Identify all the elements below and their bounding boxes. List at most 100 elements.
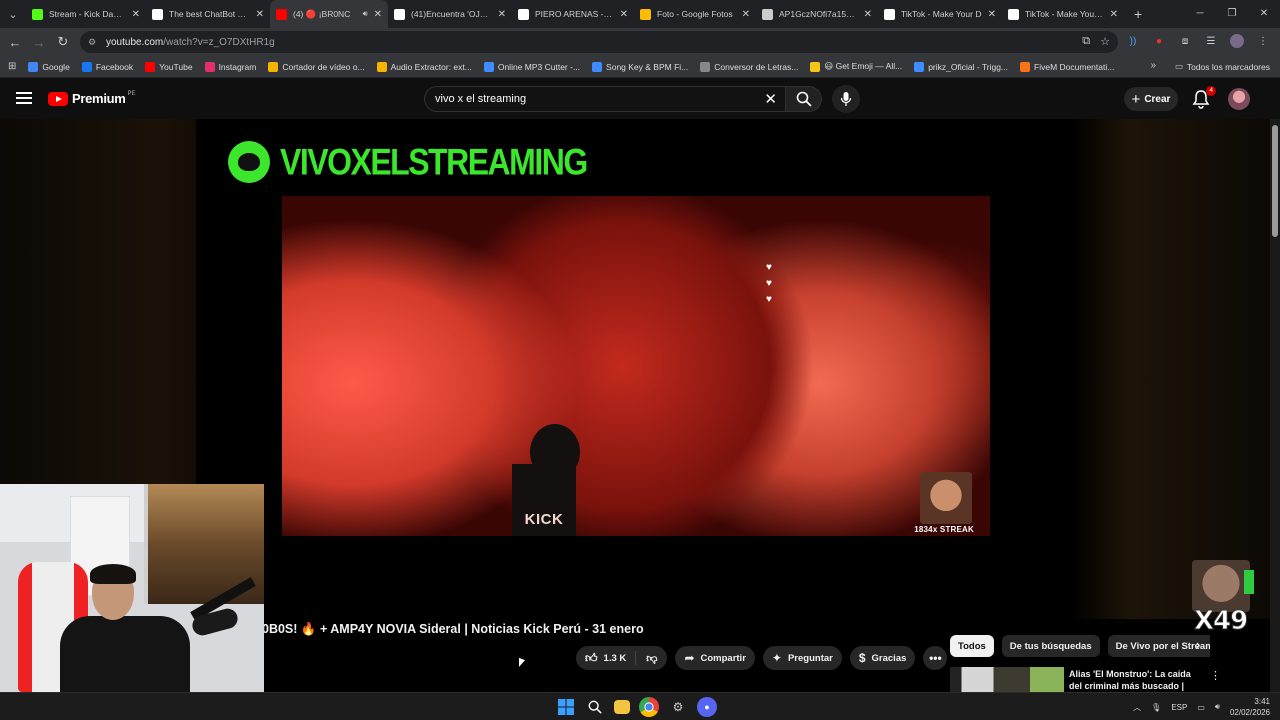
bookmark-item[interactable]: Conversor de Letras...: [700, 61, 798, 72]
search-input[interactable]: vivo x el streaming ✕: [424, 86, 786, 112]
browser-tab[interactable]: AP1GczNOfi7a15uW ✕: [756, 0, 878, 28]
tab-title: Foto - Google Fotos: [657, 9, 733, 19]
browser-tab[interactable]: (41)Encuentra 'OJERA ✕: [388, 0, 512, 28]
close-tab-icon[interactable]: ✕: [620, 9, 628, 20]
dislike-button[interactable]: 👎︎: [636, 652, 667, 665]
youtube-play-icon: [48, 91, 68, 106]
share-button[interactable]: ➦ Compartir: [675, 646, 755, 670]
close-tab-icon[interactable]: ✕: [256, 9, 264, 20]
bookmark-item[interactable]: prikz_Oficial - Trigg...: [914, 61, 1008, 72]
bookmark-item[interactable]: Facebook: [81, 61, 133, 72]
language-indicator[interactable]: ESP: [1171, 703, 1187, 712]
voice-search-button[interactable]: [832, 85, 860, 113]
new-tab-button[interactable]: +: [1134, 6, 1142, 22]
notifications-button[interactable]: 4: [1192, 86, 1216, 109]
close-tab-icon[interactable]: ✕: [132, 9, 140, 20]
close-tab-icon[interactable]: ✕: [988, 9, 996, 20]
extension-waves-icon[interactable]: )): [1126, 34, 1140, 48]
reaction-face-image: [1192, 560, 1250, 612]
close-window-button[interactable]: ✕: [1248, 0, 1280, 28]
all-bookmarks-folder[interactable]: ▭ Todos los marcadores: [1175, 61, 1270, 72]
scrollbar-thumb[interactable]: [1272, 125, 1278, 237]
bookmark-item[interactable]: Instagram: [204, 61, 256, 72]
youtube-masthead: Premium PE vivo x el streaming ✕ + Crear…: [0, 79, 1280, 119]
bookmark-item[interactable]: FiveM Documentati...: [1020, 61, 1114, 72]
instagram-icon: [204, 61, 215, 72]
create-button[interactable]: + Crear: [1124, 87, 1178, 111]
bookmark-item[interactable]: Song Key & BPM Fi...: [592, 61, 689, 72]
browser-tab[interactable]: TikTok - Make Your D ✕: [1002, 0, 1124, 28]
video-player[interactable]: VIVOXELSTREAMING ♥ ♥ ♥ KICK 1834x STREAK: [196, 119, 1074, 613]
restore-button[interactable]: ❐: [1216, 0, 1248, 28]
minimize-button[interactable]: ─: [1184, 0, 1216, 28]
app-gear-icon[interactable]: ⚙: [668, 697, 688, 717]
recommendation-menu-icon[interactable]: ⋮: [1210, 669, 1221, 682]
browser-tab[interactable]: Foto - Google Fotos ✕: [634, 0, 756, 28]
forward-button[interactable]: →: [27, 35, 51, 50]
chrome-icon[interactable]: [639, 697, 659, 717]
browser-tab[interactable]: TikTok - Make Your D ✕: [878, 0, 1002, 28]
extension-red-icon[interactable]: ●: [1152, 34, 1166, 48]
bookmark-item[interactable]: Google: [28, 61, 70, 72]
close-tab-icon[interactable]: ✕: [742, 9, 750, 20]
chips-next-icon[interactable]: ›: [1196, 637, 1200, 652]
extensions-puzzle-icon[interactable]: ⧈: [1178, 34, 1192, 48]
page-scrollbar[interactable]: [1270, 119, 1280, 692]
start-windows-icon[interactable]: [556, 697, 576, 717]
bookmarks-overflow-icon[interactable]: »: [1150, 60, 1156, 71]
thanks-button[interactable]: $ Gracias: [849, 646, 916, 670]
reading-list-icon[interactable]: ☰: [1204, 34, 1218, 48]
search-button[interactable]: [786, 86, 822, 112]
browser-tab[interactable]: Stream - Kick Dashboard ✕: [26, 0, 146, 28]
browser-menu-icon[interactable]: ⋮: [1256, 34, 1270, 48]
like-button[interactable]: 👍︎ 1.3 K: [576, 651, 637, 665]
bookmark-item[interactable]: Online MP3 Cutter -...: [483, 61, 580, 72]
profile-avatar[interactable]: [1230, 34, 1244, 48]
close-tab-icon[interactable]: ✕: [498, 9, 506, 20]
filter-chip[interactable]: Todos: [950, 635, 994, 657]
tab-search-chevron-icon[interactable]: ⌄: [0, 0, 26, 28]
bookmark-item[interactable]: YouTube: [145, 61, 193, 72]
ask-button[interactable]: ✦ Preguntar: [762, 646, 842, 670]
network-icon[interactable]: ▭: [1197, 703, 1205, 712]
close-tab-icon[interactable]: ✕: [374, 9, 382, 20]
sparkle-icon: ✦: [771, 651, 782, 665]
bookmark-star-icon[interactable]: ☆: [1100, 35, 1110, 48]
filter-chip[interactable]: De tus búsquedas: [1001, 635, 1100, 657]
browser-tab[interactable]: The best ChatBot and ✕: [146, 0, 270, 28]
close-tab-icon[interactable]: ✕: [1110, 9, 1118, 20]
back-button[interactable]: ←: [3, 35, 27, 50]
youtube-premium-logo[interactable]: Premium PE: [48, 91, 136, 106]
taskbar-search-icon[interactable]: [585, 697, 605, 717]
taskbar-apps: ⚙ ●: [556, 697, 717, 717]
guide-menu-icon[interactable]: [16, 92, 32, 104]
thumbs-down-icon: 👎︎: [646, 652, 658, 665]
reload-button[interactable]: ↻: [51, 34, 75, 50]
bookmark-item[interactable]: 😃 Get Emoji — All...: [810, 61, 902, 72]
browser-tab[interactable]: (4) 🔴 ¡BR0NC 🔊︎ ✕: [270, 0, 388, 28]
browser-tab[interactable]: PIERO ARENAS - Bus ✕: [512, 0, 634, 28]
more-actions-button[interactable]: •••: [923, 646, 948, 670]
tray-mic-icon[interactable]: 🎙︎: [1151, 703, 1161, 712]
tab-audio-icon[interactable]: 🔊︎: [363, 9, 368, 19]
bookmark-label: Song Key & BPM Fi...: [606, 61, 689, 72]
volume-icon[interactable]: 🔊︎: [1215, 702, 1220, 712]
cast-icon[interactable]: ⧉: [1082, 35, 1090, 48]
bookmark-item[interactable]: Audio Extractor: ext...: [376, 61, 472, 72]
notification-count-badge: 4: [1206, 86, 1216, 96]
file-explorer-icon[interactable]: [614, 700, 630, 714]
bookmark-item[interactable]: Cortador de vídeo o...: [268, 61, 365, 72]
clock[interactable]: 3:41 02/02/2026: [1230, 696, 1270, 718]
site-info-icon[interactable]: ⚙: [88, 37, 100, 47]
close-tab-icon[interactable]: ✕: [864, 9, 872, 20]
discord-icon[interactable]: ●: [697, 697, 717, 717]
apps-grid-icon[interactable]: ⊞: [8, 61, 16, 72]
browser-toolbar: ← → ↻ ⚙ youtube.com/watch?v=z_O7DXtHR1g …: [0, 28, 1280, 56]
account-avatar[interactable]: [1228, 88, 1250, 110]
recommendation-title[interactable]: Alias 'El Monstruo': La caída del crimin…: [1069, 668, 1205, 692]
address-bar[interactable]: ⚙ youtube.com/watch?v=z_O7DXtHR1g ⧉ ☆: [80, 31, 1118, 53]
filter-chip[interactable]: De Vivo por el Streaming: [1107, 635, 1210, 657]
tray-overflow-icon[interactable]: ︿: [1133, 702, 1141, 713]
clear-search-icon[interactable]: ✕: [764, 90, 777, 108]
recommendation-thumbnail[interactable]: [950, 667, 1064, 692]
